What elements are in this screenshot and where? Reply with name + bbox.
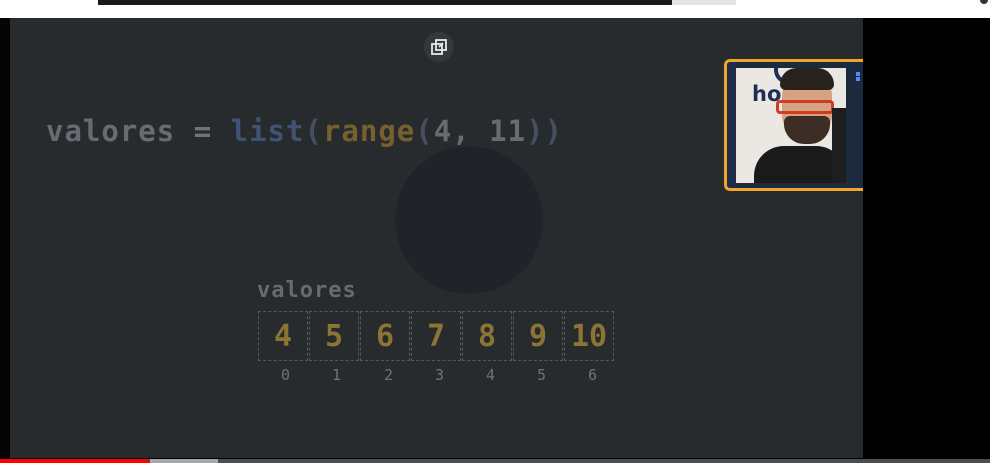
array-cells: 4 5 6 7 8 9 10 (258, 311, 615, 361)
webcam-overlay: ho (724, 59, 864, 191)
top-grip (980, 0, 988, 4)
top-dark-bar (98, 0, 672, 5)
code-line: valores = list(range(4, 11)) (46, 114, 563, 148)
array-index: 6 (587, 366, 598, 384)
code-paren-close: )) (526, 114, 563, 148)
array-cell: 10 (564, 311, 614, 361)
progress-track[interactable] (0, 459, 990, 463)
progress-buffered (150, 459, 218, 463)
webcam-frame: ho (736, 68, 846, 183)
array-cell: 5 (309, 311, 359, 361)
left-edge (0, 18, 10, 463)
code-paren-open: ( (304, 114, 323, 148)
presenter-glasses (776, 100, 834, 114)
top-grey-bar (672, 0, 736, 5)
popout-button[interactable] (424, 32, 454, 62)
presenter-hair (780, 68, 834, 90)
array-index: 4 (485, 366, 496, 384)
progress-played[interactable] (0, 459, 149, 463)
array-cell: 4 (258, 311, 308, 361)
code-paren-open-2: ( (415, 114, 434, 148)
cursor-highlight (395, 146, 543, 294)
code-equals: = (193, 114, 213, 148)
array-cell: 6 (360, 311, 410, 361)
array-index: 3 (434, 366, 445, 384)
array-label: valores (257, 278, 357, 303)
array-index: 1 (331, 366, 342, 384)
status-dots-icon (856, 72, 860, 76)
chair-back (832, 108, 846, 183)
right-letterbox (863, 18, 990, 463)
picture-in-picture-icon (431, 39, 447, 55)
browser-top-strip (0, 0, 990, 18)
array-index: 0 (280, 366, 291, 384)
code-range-fn: range (322, 114, 416, 148)
code-list-fn: list (230, 114, 305, 148)
array-index: 2 (383, 366, 394, 384)
code-arg-stop: 11 (489, 114, 527, 148)
code-arg-start: 4, (433, 114, 471, 148)
array-index: 5 (536, 366, 547, 384)
presenter-beard (784, 116, 830, 144)
code-variable: valores (46, 114, 176, 148)
array-cell: 9 (513, 311, 563, 361)
array-cell: 7 (411, 311, 461, 361)
array-cell: 8 (462, 311, 512, 361)
